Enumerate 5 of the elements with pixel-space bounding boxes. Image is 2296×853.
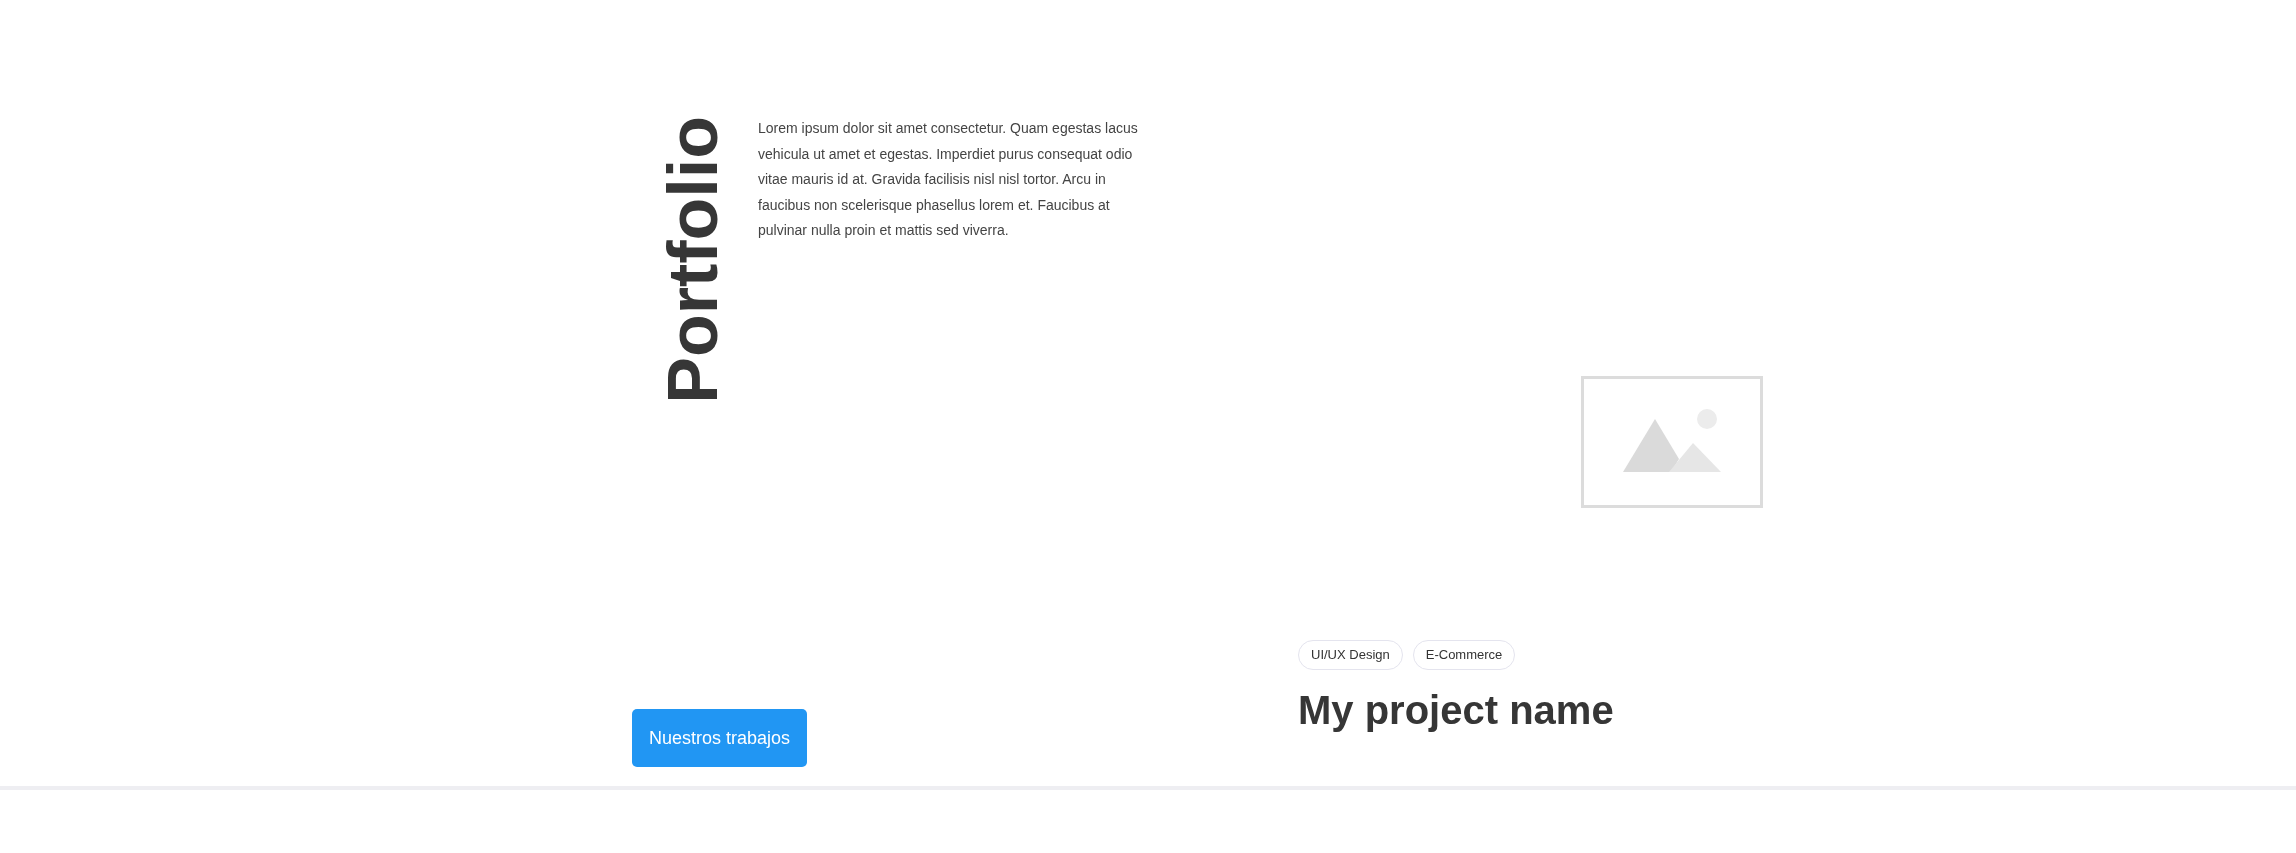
mountain-image-icon bbox=[1623, 409, 1721, 475]
our-work-button[interactable]: Nuestros trabajos bbox=[632, 709, 808, 767]
intro-paragraph: Lorem ipsum dolor sit amet consectetur. Quam egestas lacus vehicula ut amet et egestas. Imperdiet purus consequat odio vitae mauris id at. Gravida facilisis nisl nisl tortor. Arcu in faucibus non scelerisque phasellus lorem et. Faucibus at pulvinar nulla proin et mattis sed viverra. bbox=[758, 119, 1139, 240]
project-title: My project name bbox=[1298, 687, 1615, 734]
portfolio-heading: Portfolio bbox=[658, 116, 728, 404]
